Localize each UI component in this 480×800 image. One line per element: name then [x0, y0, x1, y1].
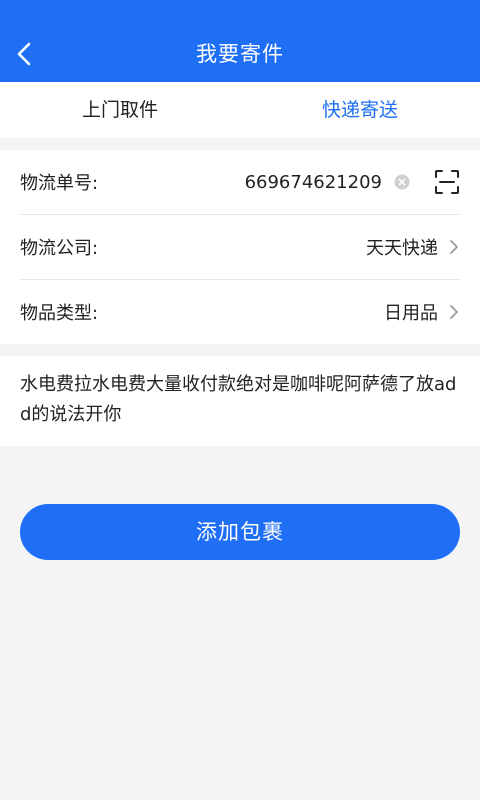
- tab-express[interactable]: 快递寄送: [240, 82, 480, 138]
- tracking-number-input[interactable]: 669674621209: [140, 172, 382, 193]
- add-package-button[interactable]: 添加包裹: [20, 504, 460, 560]
- tracking-number-row: 物流单号: 669674621209: [20, 150, 460, 214]
- remark-text[interactable]: 水电费拉水电费大量收付款绝对是咖啡呢阿萨德了放add的说法开你: [0, 356, 480, 446]
- shipping-form: 物流单号: 669674621209 物流公司: 天天快递 物品类型: 日用品: [0, 150, 480, 344]
- tracking-number-label: 物流单号:: [20, 173, 99, 194]
- tab-pickup[interactable]: 上门取件: [0, 82, 240, 138]
- company-value: 天天快递: [366, 238, 438, 259]
- category-row[interactable]: 物品类型: 日用品: [20, 280, 460, 344]
- category-label: 物品类型:: [20, 303, 99, 324]
- category-value: 日用品: [384, 303, 438, 324]
- company-label: 物流公司:: [20, 238, 99, 259]
- app-header: 我要寄件: [0, 0, 480, 82]
- clear-circle-icon[interactable]: [394, 174, 410, 190]
- page-title: 我要寄件: [196, 42, 284, 66]
- tab-bar: 上门取件 快递寄送: [0, 82, 480, 138]
- chevron-right-icon: [450, 240, 458, 254]
- scan-icon[interactable]: [434, 169, 460, 195]
- company-row[interactable]: 物流公司: 天天快递: [20, 215, 460, 279]
- chevron-right-icon: [450, 305, 458, 319]
